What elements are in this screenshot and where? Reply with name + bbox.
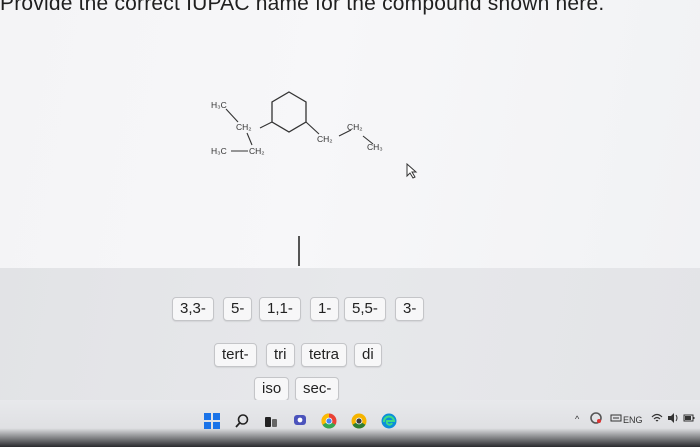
label-ch2-bottom: CH₂ bbox=[249, 146, 265, 156]
chemical-structure: H₃C CH₂ H₃C CH₂ CH₂ CH₂ CH₃ bbox=[211, 91, 383, 156]
edge-icon[interactable] bbox=[380, 412, 398, 430]
token-tert[interactable]: tert- bbox=[214, 343, 257, 367]
token-tri[interactable]: tri bbox=[266, 343, 295, 367]
mouse-cursor-icon bbox=[406, 163, 418, 179]
keyboard-icon[interactable] bbox=[610, 412, 622, 426]
bond-ring-ch2-left bbox=[259, 121, 273, 129]
bond-h3c-ch2 bbox=[225, 108, 239, 123]
question-text: Provide the correct IUPAC name for the c… bbox=[0, 0, 605, 15]
search-icon[interactable] bbox=[233, 412, 251, 430]
task-view-icon[interactable] bbox=[262, 412, 280, 430]
token-tetra[interactable]: tetra bbox=[301, 343, 348, 367]
label-h3c-bottom: H₃C bbox=[211, 146, 227, 156]
cyclohexane-ring bbox=[271, 91, 307, 133]
windows-start-icon[interactable] bbox=[203, 412, 221, 430]
chevron-up-icon[interactable]: ^ bbox=[575, 414, 579, 424]
volume-icon[interactable] bbox=[667, 412, 679, 426]
token-5-5[interactable]: 5,5- bbox=[344, 297, 386, 321]
text-caret bbox=[298, 236, 300, 266]
token-sec[interactable]: sec- bbox=[295, 377, 340, 401]
chrome-canary-icon[interactable] bbox=[350, 412, 368, 430]
chrome-icon[interactable] bbox=[320, 412, 338, 430]
label-ch3-right: CH₃ bbox=[367, 142, 383, 152]
battery-icon[interactable] bbox=[683, 412, 695, 426]
token-5[interactable]: 5- bbox=[223, 297, 253, 321]
label-ch2-right: CH₂ bbox=[317, 134, 333, 144]
question-area: Provide the correct IUPAC name for the c… bbox=[0, 0, 700, 268]
token-3-3[interactable]: 3,3- bbox=[172, 297, 214, 321]
windows-taskbar: ^ ENG bbox=[0, 400, 700, 447]
token-1[interactable]: 1- bbox=[310, 297, 340, 321]
bond-ring-ch2-right bbox=[305, 121, 320, 135]
label-ch2-left: CH₂ bbox=[236, 122, 252, 132]
answer-token-area: 3,3- 5- 1,1- 1- 5,5- 3- tert- tri tetra … bbox=[0, 268, 700, 401]
bond-ch2-ch2 bbox=[246, 132, 253, 146]
label-h3c-top: H₃C bbox=[211, 100, 227, 110]
language-indicator[interactable]: ENG bbox=[623, 415, 643, 425]
tray-app-icon[interactable] bbox=[590, 412, 602, 426]
token-1-1[interactable]: 1,1- bbox=[259, 297, 301, 321]
wifi-icon[interactable] bbox=[651, 412, 663, 426]
token-di[interactable]: di bbox=[354, 343, 382, 367]
teams-chat-icon[interactable] bbox=[291, 412, 309, 430]
token-iso[interactable]: iso bbox=[254, 377, 290, 401]
label-ch2-right-top: CH₂ bbox=[347, 122, 363, 132]
token-3[interactable]: 3- bbox=[395, 297, 425, 321]
